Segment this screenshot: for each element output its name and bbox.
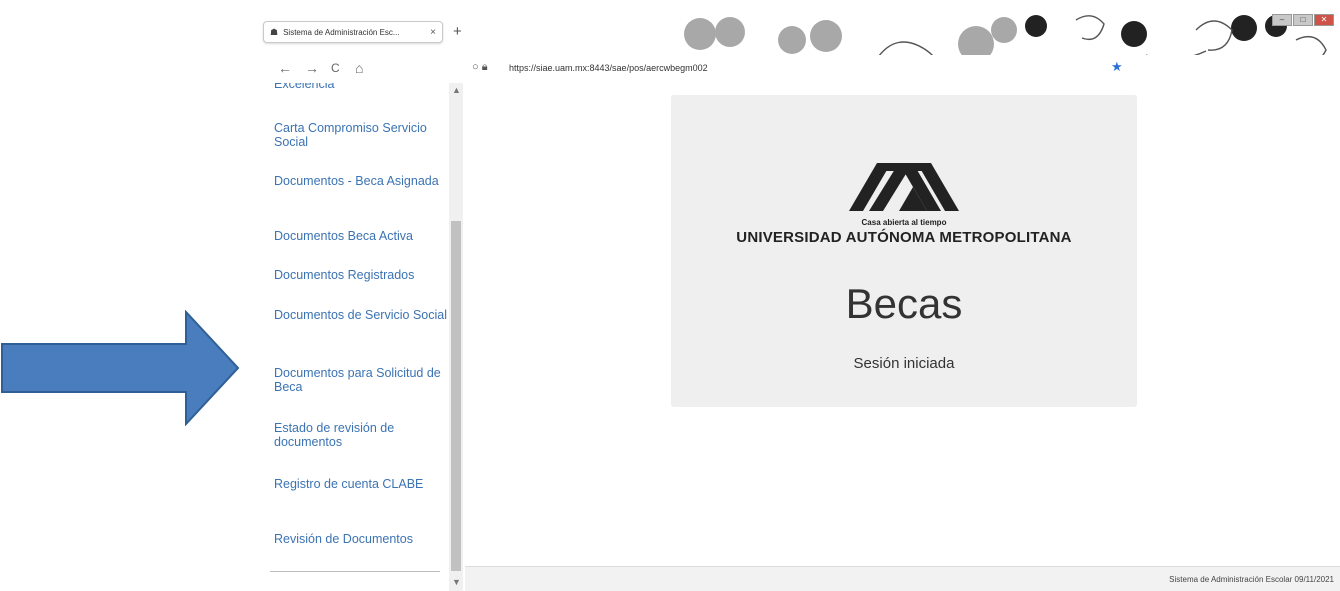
security-lock-icon: ○ 🔒︎ <box>472 61 488 73</box>
window-controls: – □ ✕ <box>1272 14 1334 26</box>
address-bar[interactable]: https://siae.uam.mx:8443/sae/pos/aercwbe… <box>509 63 708 73</box>
annotation-arrow-icon <box>1 310 240 426</box>
maximize-icon[interactable]: □ <box>1293 14 1313 26</box>
sidebar-item-carta-compromiso[interactable]: Carta Compromiso Servicio Social <box>274 121 449 149</box>
sidebar-item-documentos-beca-activa[interactable]: Documentos Beca Activa <box>274 229 449 243</box>
sidebar-item-registro-clabe[interactable]: Registro de cuenta CLABE <box>274 477 449 491</box>
home-button[interactable]: ⌂ <box>355 60 363 76</box>
scrollbar-thumb[interactable] <box>451 221 461 571</box>
session-status: Sesión iniciada <box>853 355 955 372</box>
sidebar-scrollbar[interactable]: ▲ ▼ <box>449 83 463 591</box>
back-button[interactable]: ← <box>278 60 292 76</box>
scroll-up-icon[interactable]: ▲ <box>452 85 461 95</box>
browser-nav-bar: ← → C ⌂ ○ 🔒︎ https://siae.uam.mx:8443/sa… <box>256 55 1340 83</box>
sidebar-divider <box>270 571 440 572</box>
new-tab-button[interactable]: + <box>453 23 462 40</box>
sidebar-item-excelencia[interactable]: Excelencia <box>274 83 449 91</box>
footer: Sistema de Administración Escolar 09/11/… <box>465 566 1340 591</box>
page-title: Becas <box>845 280 963 327</box>
forward-button[interactable]: → <box>305 60 319 76</box>
reload-button[interactable]: C <box>331 61 340 75</box>
uam-logo-icon <box>849 163 959 211</box>
sidebar-item-documentos-beca-asignada[interactable]: Documentos - Beca Asignada <box>274 174 449 188</box>
site-favicon-icon: ☗ <box>270 26 279 37</box>
main-content: Casa abierta al tiempo UNIVERSIDAD AUTÓN… <box>465 83 1340 566</box>
scroll-down-icon[interactable]: ▼ <box>452 577 461 587</box>
university-tagline: Casa abierta al tiempo <box>861 218 947 227</box>
university-name: UNIVERSIDAD AUTÓNOMA METROPOLITANA <box>736 229 1072 246</box>
sidebar-item-documentos-registrados[interactable]: Documentos Registrados <box>274 268 449 282</box>
footer-text: Sistema de Administración Escolar 09/11/… <box>1169 575 1334 584</box>
sidebar-item-documentos-servicio-social[interactable]: Documentos de Servicio Social <box>274 308 449 322</box>
tab-title: Sistema de Administración Esc... <box>283 27 400 37</box>
tab-close-icon[interactable]: × <box>430 27 436 38</box>
close-window-icon[interactable]: ✕ <box>1314 14 1334 26</box>
browser-tab[interactable]: ☗ Sistema de Administración Esc... × <box>263 21 443 43</box>
sidebar-item-estado-revision[interactable]: Estado de revisión de documentos <box>274 421 449 449</box>
bookmark-star-icon[interactable]: ★ <box>1111 59 1123 75</box>
browser-tab-bar: ☗ Sistema de Administración Esc... × + –… <box>256 0 1340 55</box>
sidebar-item-documentos-solicitud-beca[interactable]: Documentos para Solicitud de Beca <box>274 366 449 394</box>
theme-decoration-icon <box>684 15 1327 55</box>
welcome-card: Casa abierta al tiempo UNIVERSIDAD AUTÓN… <box>671 95 1137 407</box>
minimize-icon[interactable]: – <box>1272 14 1292 26</box>
sidebar-menu: Excelencia Carta Compromiso Servicio Soc… <box>262 83 465 591</box>
sidebar-item-revision-documentos[interactable]: Revisión de Documentos <box>274 532 449 546</box>
